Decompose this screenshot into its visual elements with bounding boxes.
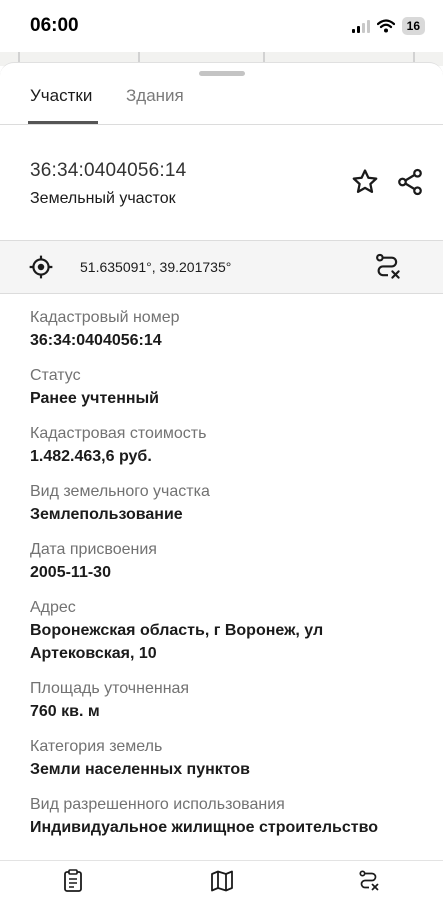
tab-bar: Участки Здания (0, 81, 443, 124)
property-value: 760 кв. м (30, 703, 100, 720)
share-icon (398, 168, 422, 196)
details-sheet: Участки Здания 36:34:0404056:14 Земельны… (0, 62, 443, 870)
coordinates-text[interactable]: 51.635091°, 39.201735° (80, 259, 231, 275)
property-value: 1.482.463,6 руб. (30, 448, 152, 465)
report-icon (64, 869, 82, 892)
locate-button[interactable] (24, 250, 58, 284)
property-assignment-date: Дата присвоения 2005-11-30 (30, 540, 430, 584)
property-value: Ранее учтенный (30, 390, 160, 407)
property-label: Статус (30, 367, 81, 384)
status-icons: 16 (351, 17, 425, 35)
property-cadastral-value: Кадастровая стоимость 1.482.463,6 руб. (30, 424, 430, 468)
property-label: Дата присвоения (30, 541, 157, 558)
favorite-button[interactable] (348, 165, 382, 199)
tab-buildings[interactable]: Здания (126, 86, 184, 106)
sheet-drag-handle[interactable] (199, 71, 245, 76)
property-value: Землепользование (30, 506, 183, 523)
property-address: Адрес Воронежская область, г Воронеж, ул… (30, 598, 430, 665)
property-label: Кадастровый номер (30, 309, 180, 326)
object-type: Земельный участок (30, 190, 176, 207)
battery-icon: 16 (401, 17, 425, 35)
cadastral-number-title: 36:34:0404056:14 (30, 160, 187, 181)
status-time: 06:00 (30, 15, 79, 36)
property-label: Категория земель (30, 738, 163, 755)
property-label: Площадь уточненная (30, 680, 190, 697)
share-button[interactable] (393, 165, 427, 199)
property-value: 2005-11-30 (30, 564, 111, 581)
map-icon (211, 870, 233, 892)
bottom-nav (0, 860, 443, 900)
properties-list: Кадастровый номер 36:34:0404056:14 Стату… (30, 308, 430, 853)
property-label: Кадастровая стоимость (30, 425, 207, 442)
property-cadastral-number: Кадастровый номер 36:34:0404056:14 (30, 308, 430, 352)
nav-route-button[interactable] (356, 868, 382, 894)
route-clear-icon (359, 870, 379, 891)
property-label: Вид земельного участка (30, 483, 210, 500)
property-label: Вид разрешенного использования (30, 796, 285, 813)
property-land-type: Вид земельного участка Землепользование (30, 482, 430, 526)
property-value: Индивидуальное жилищное строительство (30, 819, 378, 836)
property-permitted-use: Вид разрешенного использования Индивидуа… (30, 795, 430, 839)
route-clear-icon (376, 253, 400, 279)
property-land-category: Категория земель Земли населенных пункто… (30, 737, 430, 781)
coordinates-row: 51.635091°, 39.201735° (0, 241, 443, 293)
star-icon (352, 169, 378, 193)
wifi-icon (376, 19, 395, 33)
property-value: 36:34:0404056:14 (30, 332, 162, 349)
property-value: Воронежская область, г Воронеж, ул Артек… (30, 622, 324, 662)
signal-icon (351, 19, 370, 33)
property-value: Земли населенных пунктов (30, 761, 251, 778)
property-area: Площадь уточненная 760 кв. м (30, 679, 430, 723)
divider (0, 293, 443, 294)
nav-map-button[interactable] (209, 868, 235, 894)
tab-plots[interactable]: Участки (30, 86, 92, 106)
nav-report-button[interactable] (60, 868, 86, 894)
status-bar: 06:00 16 (0, 0, 443, 52)
property-status: Статус Ранее учтенный (30, 366, 430, 410)
locate-icon (29, 255, 53, 279)
property-label: Адрес (30, 599, 76, 616)
route-clear-button[interactable] (371, 250, 405, 284)
